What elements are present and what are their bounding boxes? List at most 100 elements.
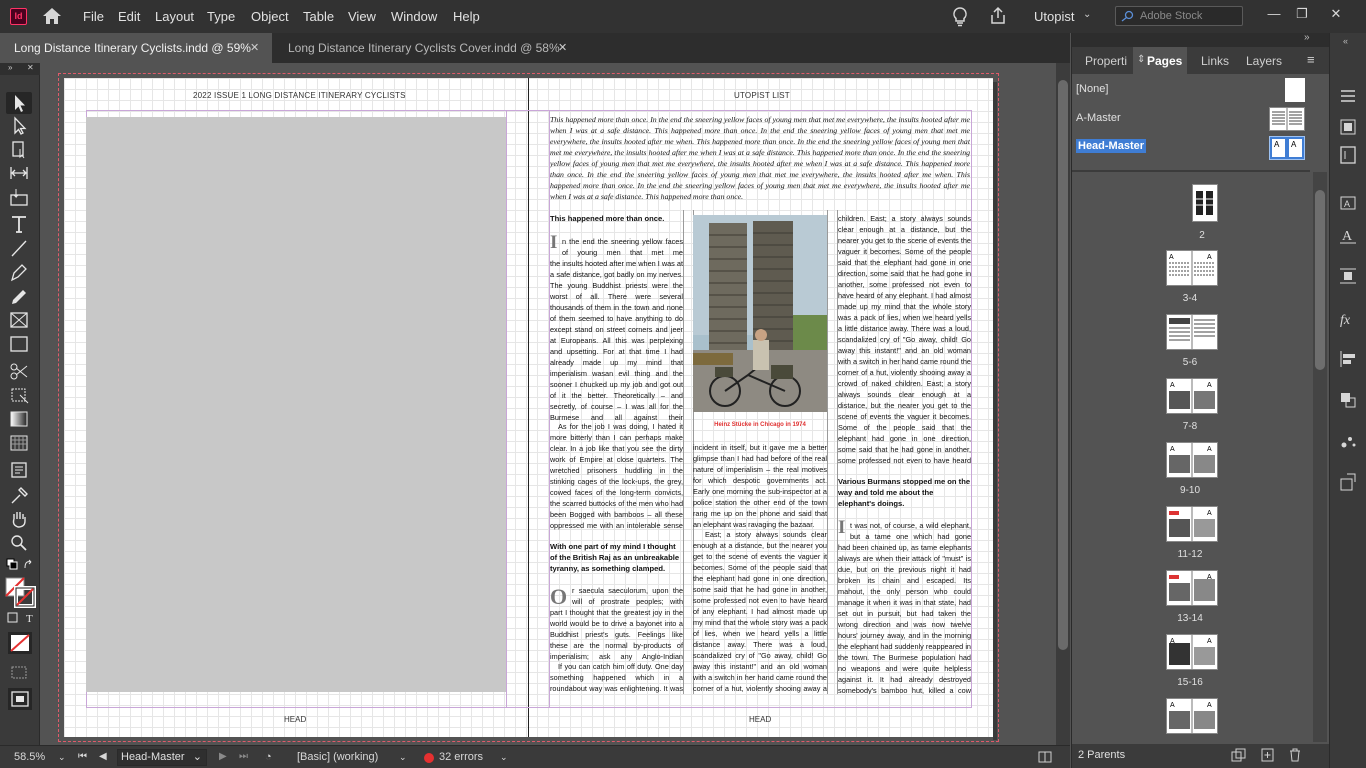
chevron-down-icon[interactable]: ⌄: [399, 752, 407, 763]
effects-icon[interactable]: fx: [1338, 309, 1358, 329]
preview-mode-icon[interactable]: [8, 688, 32, 710]
line-tool-icon[interactable]: [8, 238, 30, 258]
pathfinder-icon[interactable]: [1338, 390, 1358, 410]
formatting-container-text-icon[interactable]: T: [4, 610, 36, 630]
chevron-down-icon[interactable]: ⌄: [500, 752, 508, 763]
col1-text-f[interactable]: If you can catch him off duty. One day s…: [550, 661, 683, 694]
page-number-field[interactable]: Head-Master ⌄: [117, 749, 207, 766]
col3-text-a[interactable]: children. East; a story always sounds cl…: [838, 213, 971, 466]
preflight-errors[interactable]: 32 errors: [439, 751, 483, 763]
screen-mode-icon[interactable]: [8, 662, 30, 682]
page-thumbnail[interactable]: AA: [1166, 634, 1218, 670]
page-tool-icon[interactable]: [8, 139, 30, 159]
home-icon[interactable]: [42, 7, 62, 25]
gap-tool-icon[interactable]: [8, 163, 30, 183]
apply-none-icon[interactable]: [8, 632, 32, 654]
content-collector-tool-icon[interactable]: [8, 187, 30, 207]
image-placeholder-frame[interactable]: [86, 117, 506, 692]
tab-layers[interactable]: Layers: [1246, 54, 1282, 68]
new-page-icon[interactable]: [1261, 748, 1275, 762]
page-thumbnail[interactable]: A: [1166, 506, 1218, 542]
menu-type[interactable]: Type: [207, 9, 235, 24]
scripts-icon[interactable]: [1338, 432, 1358, 452]
close-tab-icon[interactable]: ✕: [558, 33, 567, 63]
eyedropper-tool-icon[interactable]: [8, 485, 30, 505]
menu-file[interactable]: File: [83, 9, 104, 24]
page-thumbnail[interactable]: AA: [1166, 698, 1218, 734]
text-wrap-icon[interactable]: [1338, 266, 1358, 286]
close-icon[interactable]: ✕: [27, 63, 34, 72]
workspace-switcher[interactable]: Utopist: [1034, 9, 1074, 24]
paragraph-styles-icon[interactable]: A: [1338, 226, 1358, 246]
cyclist-photo-image[interactable]: [693, 215, 827, 412]
page-thumbnail[interactable]: AA: [1166, 378, 1218, 414]
open-page-icon[interactable]: ◔: [265, 751, 272, 763]
menu-help[interactable]: Help: [453, 9, 480, 24]
note-tool-icon[interactable]: [8, 460, 30, 480]
chevron-down-icon[interactable]: ⌄: [1083, 9, 1091, 20]
character-styles-icon[interactable]: A: [1338, 193, 1358, 213]
next-page-icon[interactable]: ▶: [219, 751, 227, 762]
col1-text-a[interactable]: n the end the sneering yellow faces of y…: [562, 236, 683, 258]
tab-pages[interactable]: Pages: [1147, 54, 1182, 68]
close-tab-icon[interactable]: ✕: [250, 33, 259, 63]
col1-text-c[interactable]: As for the job I was doing, I hated it m…: [550, 421, 683, 531]
menu-window[interactable]: Window: [391, 9, 437, 24]
previous-page-icon[interactable]: ◀: [99, 751, 107, 762]
pen-tool-icon[interactable]: [8, 262, 30, 282]
menu-edit[interactable]: Edit: [118, 9, 140, 24]
pages-scrollbar-thumb[interactable]: [1315, 190, 1325, 370]
swatches-panel-icon[interactable]: [1338, 117, 1358, 137]
menu-object[interactable]: Object: [251, 9, 289, 24]
fill-stroke-swatch-icon[interactable]: [4, 576, 36, 608]
minimize-button[interactable]: —: [1264, 4, 1284, 24]
zoom-tool-icon[interactable]: [8, 533, 30, 553]
page-thumbnail[interactable]: AA: [1166, 442, 1218, 478]
menu-view[interactable]: View: [348, 9, 376, 24]
col1-subhead-2[interactable]: With one part of my mind I thought of th…: [550, 541, 683, 574]
preflight-profile[interactable]: [Basic] (working): [297, 751, 378, 763]
tab-links[interactable]: Links: [1201, 54, 1229, 68]
panel-menu-icon[interactable]: ≡: [1307, 52, 1315, 67]
share-icon[interactable]: [988, 6, 1008, 26]
scissors-tool-icon[interactable]: [8, 361, 30, 381]
stroke-panel-icon[interactable]: [1338, 87, 1358, 107]
col1-subhead[interactable]: This happened more than once.: [550, 213, 683, 224]
free-transform-tool-icon[interactable]: [8, 385, 30, 405]
type-tool-icon[interactable]: [8, 214, 30, 234]
col3-subhead[interactable]: Various Burmans stopped me on the way an…: [838, 476, 971, 509]
zoom-dropdown-chevron-icon[interactable]: ⌄: [58, 752, 66, 763]
export-icon[interactable]: [1338, 472, 1358, 492]
collapse-panel-icon[interactable]: »: [1304, 32, 1310, 43]
col2-text-a[interactable]: incident in itself, but it gave me a bet…: [693, 442, 827, 530]
pencil-tool-icon[interactable]: [8, 286, 30, 306]
direct-selection-tool-icon[interactable]: [8, 116, 30, 136]
rectangle-tool-icon[interactable]: [8, 334, 30, 354]
lightbulb-icon[interactable]: [950, 6, 970, 28]
split-view-icon[interactable]: [1038, 751, 1052, 763]
default-fill-stroke-icon[interactable]: [4, 557, 36, 577]
hand-tool-icon[interactable]: [8, 509, 30, 529]
master-head-row[interactable]: Head-Master AA: [1072, 136, 1310, 162]
intro-paragraph[interactable]: This happened more than once. In the end…: [550, 114, 970, 204]
col3-text-c[interactable]: t was not, of course, a wild elephant, b…: [838, 542, 971, 694]
col1-text-b[interactable]: n the end the sneering yellow faces of y…: [550, 258, 683, 422]
gradient-swatch-tool-icon[interactable]: [8, 409, 30, 429]
last-page-icon[interactable]: ⏭: [239, 751, 248, 762]
cc-libraries-icon[interactable]: [1338, 145, 1358, 165]
align-icon[interactable]: [1338, 349, 1358, 369]
expand-icon[interactable]: »: [8, 63, 12, 72]
col1-text-d[interactable]: r saecula saeculorum, upon the will of p…: [572, 585, 683, 607]
col3-text-b[interactable]: t was not, of course, a wild elephant, b…: [850, 520, 971, 542]
gradient-feather-tool-icon[interactable]: [8, 433, 30, 453]
col1-text-e[interactable]: r saecula saeculorum, upon the will of p…: [550, 607, 683, 662]
master-none-row[interactable]: [None]: [1072, 78, 1310, 104]
close-window-button[interactable]: ✕: [1326, 4, 1346, 24]
page-thumbnail[interactable]: [1192, 184, 1218, 222]
menu-table[interactable]: Table: [303, 9, 334, 24]
tab-properties[interactable]: Properti: [1085, 54, 1127, 68]
menu-layout[interactable]: Layout: [155, 9, 194, 24]
col2-text-b[interactable]: East; a story always sounds clear enough…: [693, 529, 827, 694]
photo-caption[interactable]: Heinz Stücke in Chicago in 1974: [693, 422, 827, 428]
page-thumbnail[interactable]: AA: [1166, 250, 1218, 286]
